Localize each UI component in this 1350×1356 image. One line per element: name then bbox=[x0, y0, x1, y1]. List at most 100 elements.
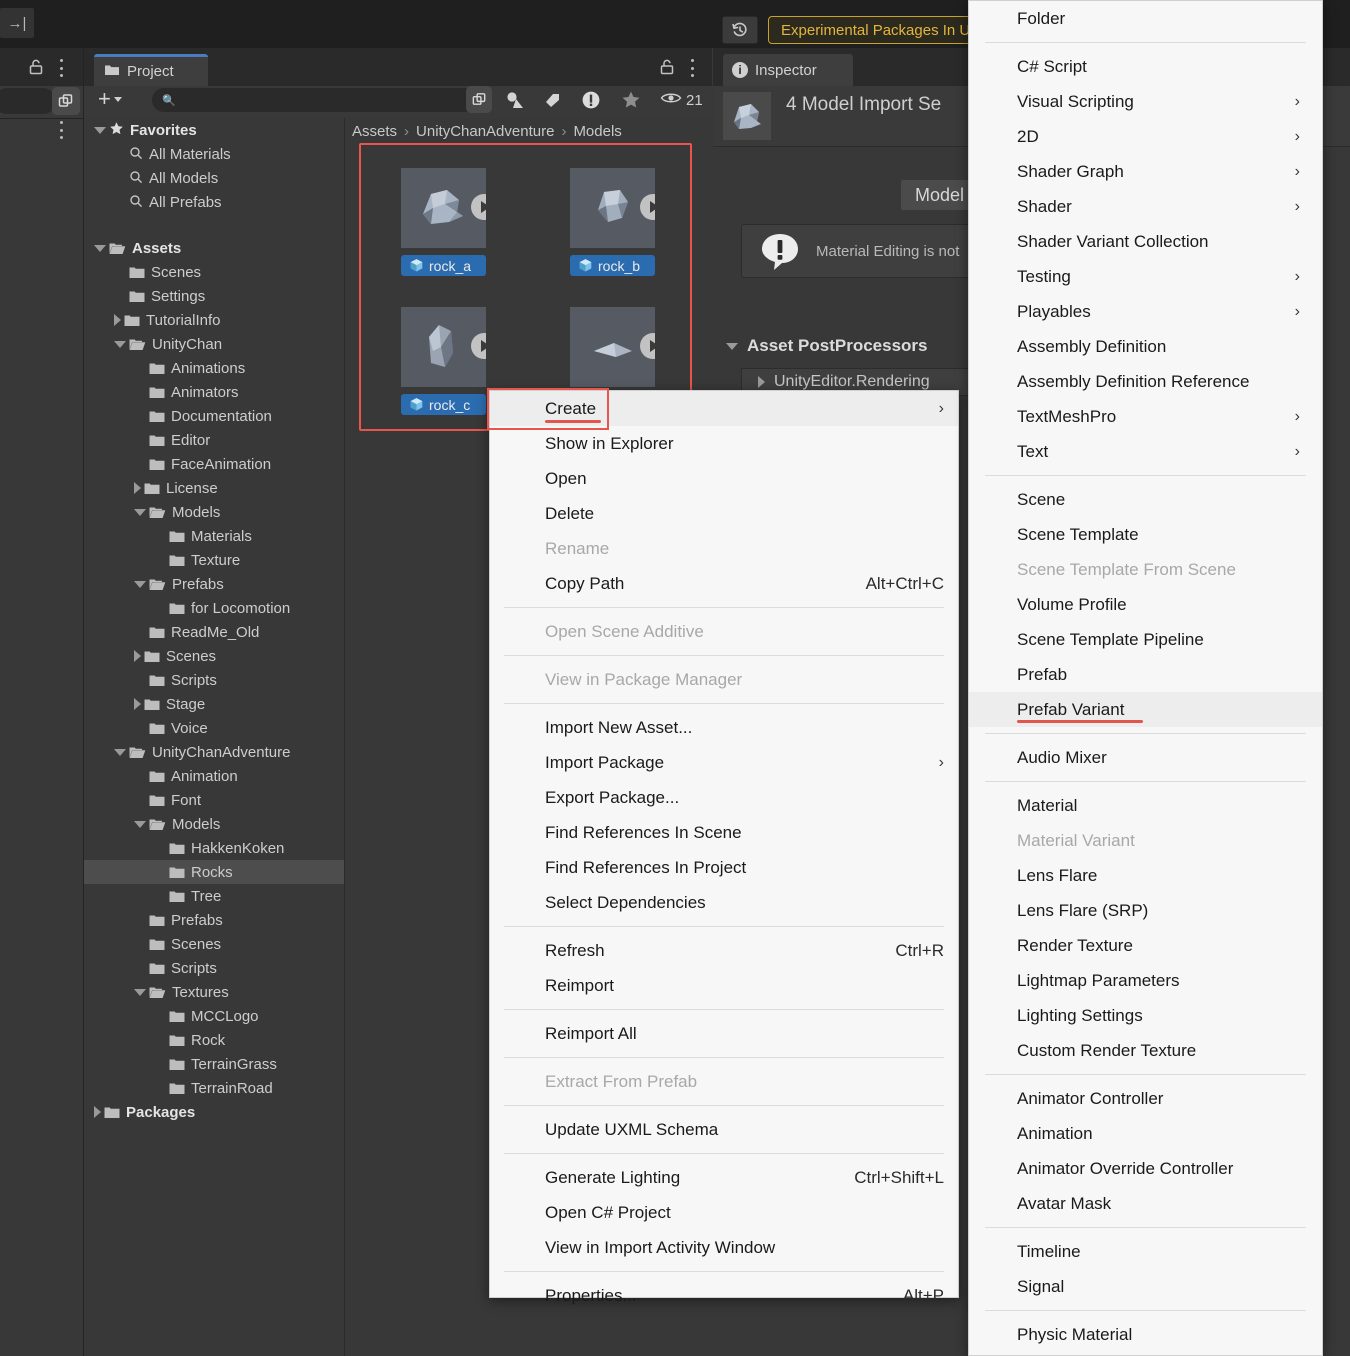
tree-item-models[interactable]: Models bbox=[84, 812, 345, 836]
menu-item-find-references-in-scene[interactable]: Find References In Scene bbox=[490, 815, 958, 850]
submenu-item-visual-scripting[interactable]: Visual Scripting› bbox=[969, 84, 1322, 119]
menu-item-find-references-in-project[interactable]: Find References In Project bbox=[490, 850, 958, 885]
project-folder-tree[interactable]: FavoritesAll MaterialsAll ModelsAll Pref… bbox=[84, 118, 345, 1356]
asset-item-rock-c[interactable]: rock_c bbox=[401, 307, 486, 415]
tree-item-unitychan[interactable]: UnityChan bbox=[84, 332, 345, 356]
menu-item-refresh[interactable]: RefreshCtrl+R bbox=[490, 933, 958, 968]
submenu-item-volume-profile[interactable]: Volume Profile bbox=[969, 587, 1322, 622]
expand-window-icon[interactable] bbox=[52, 87, 80, 115]
asset-label[interactable]: rock_b bbox=[570, 255, 655, 276]
submenu-item-render-texture[interactable]: Render Texture bbox=[969, 928, 1322, 963]
tab-inspector[interactable]: i Inspector bbox=[723, 54, 853, 86]
inspector-model-tab[interactable]: Model bbox=[901, 180, 978, 210]
chevron-down-icon[interactable] bbox=[94, 245, 106, 252]
submenu-item-assembly-definition-reference[interactable]: Assembly Definition Reference bbox=[969, 364, 1322, 399]
favorite-star-icon[interactable] bbox=[612, 85, 650, 115]
breadcrumb[interactable]: Assets›UnityChanAdventure›Models bbox=[352, 119, 622, 143]
tree-item-packages[interactable]: Packages bbox=[84, 1100, 345, 1124]
tree-item-scripts[interactable]: Scripts bbox=[84, 956, 345, 980]
menu-item-reimport[interactable]: Reimport bbox=[490, 968, 958, 1003]
tree-item-stage[interactable]: Stage bbox=[84, 692, 345, 716]
submenu-item-animator-override-controller[interactable]: Animator Override Controller bbox=[969, 1151, 1322, 1186]
left-panel-menu-icon[interactable] bbox=[59, 59, 63, 77]
breadcrumb-item[interactable]: Models bbox=[573, 123, 621, 140]
breadcrumb-item[interactable]: UnityChanAdventure bbox=[416, 123, 554, 140]
submenu-item-folder[interactable]: Folder bbox=[969, 1, 1322, 36]
submenu-item-lightmap-parameters[interactable]: Lightmap Parameters bbox=[969, 963, 1322, 998]
submenu-item-testing[interactable]: Testing› bbox=[969, 259, 1322, 294]
asset-item-rock-a[interactable]: rock_a bbox=[401, 168, 486, 276]
create-submenu[interactable]: FolderC# ScriptVisual Scripting›2D›Shade… bbox=[968, 0, 1323, 1356]
tree-item-tutorialinfo[interactable]: TutorialInfo bbox=[84, 308, 345, 332]
tree-item-rocks[interactable]: Rocks bbox=[84, 860, 345, 884]
submenu-item-scene-template[interactable]: Scene Template bbox=[969, 517, 1322, 552]
asset-thumbnail[interactable] bbox=[401, 307, 486, 387]
asset-thumbnail[interactable] bbox=[570, 307, 655, 387]
menu-item-copy-path[interactable]: Copy PathAlt+Ctrl+C bbox=[490, 566, 958, 601]
tree-item-scripts[interactable]: Scripts bbox=[84, 668, 345, 692]
chevron-down-icon[interactable] bbox=[134, 509, 146, 516]
chevron-right-icon[interactable] bbox=[114, 314, 121, 326]
asset-thumbnail[interactable] bbox=[401, 168, 486, 248]
submenu-item-signal[interactable]: Signal bbox=[969, 1269, 1322, 1304]
menu-item-export-package[interactable]: Export Package... bbox=[490, 780, 958, 815]
tree-item-terraingrass[interactable]: TerrainGrass bbox=[84, 1052, 345, 1076]
chevron-down-icon[interactable] bbox=[134, 989, 146, 996]
tree-item-voice[interactable]: Voice bbox=[84, 716, 345, 740]
submenu-item-textmeshpro[interactable]: TextMeshPro› bbox=[969, 399, 1322, 434]
chevron-right-icon[interactable] bbox=[94, 1106, 101, 1118]
submenu-item-lighting-settings[interactable]: Lighting Settings bbox=[969, 998, 1322, 1033]
tree-item-all-models[interactable]: All Models bbox=[84, 166, 345, 190]
submenu-item-lens-flare-srp[interactable]: Lens Flare (SRP) bbox=[969, 893, 1322, 928]
tree-item-terrainroad[interactable]: TerrainRoad bbox=[84, 1076, 345, 1100]
material-filter-icon[interactable] bbox=[496, 85, 534, 115]
submenu-item-shader-variant-collection[interactable]: Shader Variant Collection bbox=[969, 224, 1322, 259]
label-filter-icon[interactable] bbox=[534, 85, 572, 115]
submenu-item-physic-material[interactable]: Physic Material bbox=[969, 1317, 1322, 1352]
tree-item-animations[interactable]: Animations bbox=[84, 356, 345, 380]
asset-item-4[interactable] bbox=[570, 307, 655, 387]
tree-item-unitychanadventure[interactable]: UnityChanAdventure bbox=[84, 740, 345, 764]
tree-item-models[interactable]: Models bbox=[84, 500, 345, 524]
add-asset-button[interactable]: + bbox=[98, 88, 122, 110]
tree-item-readme-old[interactable]: ReadMe_Old bbox=[84, 620, 345, 644]
submenu-item-c-script[interactable]: C# Script bbox=[969, 49, 1322, 84]
menu-item-delete[interactable]: Delete bbox=[490, 496, 958, 531]
tree-item-favorites[interactable]: Favorites bbox=[84, 118, 345, 142]
submenu-item-scene[interactable]: Scene bbox=[969, 482, 1322, 517]
submenu-item-assembly-definition[interactable]: Assembly Definition bbox=[969, 329, 1322, 364]
project-lock-icon[interactable] bbox=[658, 58, 676, 76]
tree-item-animators[interactable]: Animators bbox=[84, 380, 345, 404]
menu-item-import-new-asset[interactable]: Import New Asset... bbox=[490, 710, 958, 745]
tree-item-prefabs[interactable]: Prefabs bbox=[84, 572, 345, 596]
chevron-down-icon[interactable] bbox=[94, 127, 106, 134]
submenu-item-shader[interactable]: Shader› bbox=[969, 189, 1322, 224]
submenu-item-lens-flare[interactable]: Lens Flare bbox=[969, 858, 1322, 893]
asset-thumbnail[interactable] bbox=[570, 168, 655, 248]
experimental-packages-badge[interactable]: Experimental Packages In Use bbox=[768, 16, 999, 44]
tree-item-all-prefabs[interactable]: All Prefabs bbox=[84, 190, 345, 214]
tree-item-all-materials[interactable]: All Materials bbox=[84, 142, 345, 166]
lock-open-icon[interactable] bbox=[27, 58, 45, 76]
tree-item-documentation[interactable]: Documentation bbox=[84, 404, 345, 428]
breadcrumb-item[interactable]: Assets bbox=[352, 123, 397, 140]
tree-item-scenes[interactable]: Scenes bbox=[84, 644, 345, 668]
tree-item-materials[interactable]: Materials bbox=[84, 524, 345, 548]
tree-item-rock[interactable]: Rock bbox=[84, 1028, 345, 1052]
tree-item-textures[interactable]: Textures bbox=[84, 980, 345, 1004]
menu-item-open-c-project[interactable]: Open C# Project bbox=[490, 1195, 958, 1230]
menu-item-update-uxml-schema[interactable]: Update UXML Schema bbox=[490, 1112, 958, 1147]
submenu-item-prefab-variant[interactable]: Prefab Variant bbox=[969, 692, 1322, 727]
tree-item-font[interactable]: Font bbox=[84, 788, 345, 812]
tree-item-texture[interactable]: Texture bbox=[84, 548, 345, 572]
left-panel-options-icon[interactable] bbox=[59, 121, 63, 139]
tree-item-animation[interactable]: Animation bbox=[84, 764, 345, 788]
submenu-item-avatar-mask[interactable]: Avatar Mask bbox=[969, 1186, 1322, 1221]
submenu-item-animation[interactable]: Animation bbox=[969, 1116, 1322, 1151]
chevron-right-icon[interactable] bbox=[134, 650, 141, 662]
tree-item-license[interactable]: License bbox=[84, 476, 345, 500]
submenu-item-material[interactable]: Material bbox=[969, 788, 1322, 823]
tree-item-mcclogo[interactable]: MCCLogo bbox=[84, 1004, 345, 1028]
submenu-item-animator-controller[interactable]: Animator Controller bbox=[969, 1081, 1322, 1116]
menu-item-select-dependencies[interactable]: Select Dependencies bbox=[490, 885, 958, 920]
